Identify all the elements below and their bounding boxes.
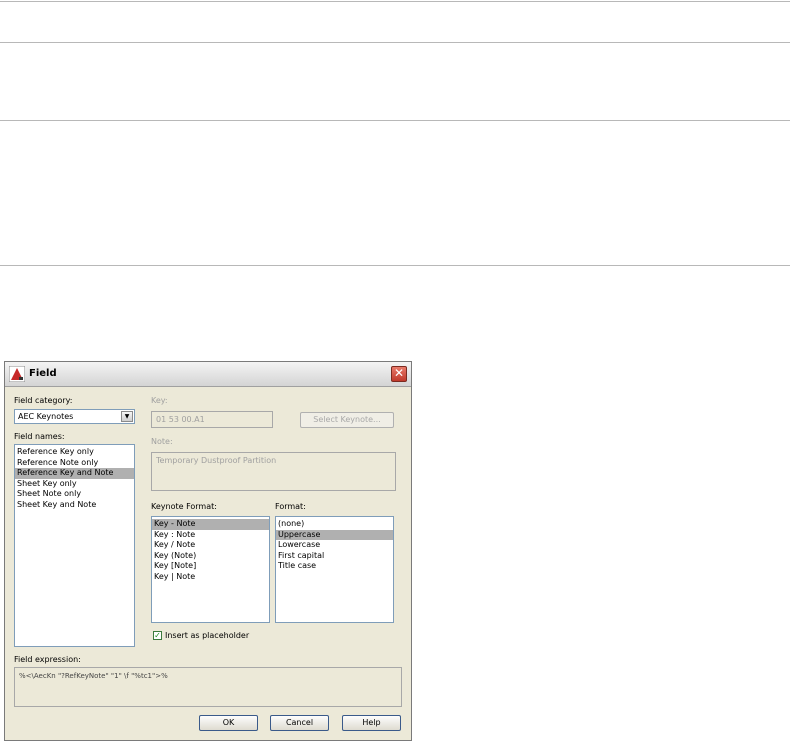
- list-item[interactable]: First capital: [276, 551, 393, 562]
- field-expression-box: %<\AecKn "?RefKeyNote" "1" \f "%tc1">%: [14, 667, 402, 707]
- list-item[interactable]: Sheet Key only: [15, 479, 134, 490]
- list-item[interactable]: Key : Note: [152, 530, 269, 541]
- list-item[interactable]: Uppercase: [276, 529, 393, 540]
- format-label: Format:: [275, 502, 306, 511]
- note-label: Note:: [151, 437, 173, 446]
- autocad-app-icon: [9, 366, 25, 382]
- list-item[interactable]: Reference Key and Note: [15, 468, 134, 479]
- separator-line: [0, 265, 790, 266]
- close-button[interactable]: ✕: [391, 366, 407, 382]
- list-item[interactable]: Reference Key only: [15, 447, 134, 458]
- ok-button[interactable]: OK: [199, 715, 258, 731]
- field-category-combobox[interactable]: AEC Keynotes ▼: [14, 409, 135, 424]
- separator-line: [0, 42, 790, 43]
- list-item[interactable]: Key [Note]: [152, 561, 269, 572]
- cancel-button[interactable]: Cancel: [270, 715, 329, 731]
- chevron-down-icon[interactable]: ▼: [121, 411, 133, 422]
- field-names-list[interactable]: Reference Key only Reference Note only Ref…: [14, 444, 135, 647]
- select-keynote-button[interactable]: Select Keynote...: [300, 412, 394, 428]
- list-item[interactable]: Key - Note: [152, 519, 269, 530]
- format-list[interactable]: (none) Uppercase Lowercase First capital Tit…: [275, 516, 394, 623]
- field-expression-label: Field expression:: [14, 655, 81, 664]
- list-item[interactable]: Key / Note: [152, 540, 269, 551]
- key-label: Key:: [151, 396, 168, 405]
- keynote-format-label: Keynote Format:: [151, 502, 217, 511]
- help-button[interactable]: Help: [342, 715, 401, 731]
- list-item[interactable]: Sheet Key and Note: [15, 500, 134, 511]
- field-dialog: Field ✕ Field category: AEC Keynotes ▼ F…: [4, 361, 412, 741]
- list-item[interactable]: Key (Note): [152, 551, 269, 562]
- list-item[interactable]: Title case: [276, 561, 393, 572]
- insert-placeholder-checkbox[interactable]: ✓: [153, 631, 162, 640]
- list-item[interactable]: Lowercase: [276, 540, 393, 551]
- dialog-title: Field: [29, 368, 57, 379]
- field-category-value: AEC Keynotes: [18, 412, 74, 421]
- separator-line: [0, 1, 790, 2]
- checkmark-icon: ✓: [154, 631, 161, 640]
- note-field[interactable]: Temporary Dustproof Partition: [151, 452, 396, 491]
- insert-placeholder-label: Insert as placeholder: [165, 631, 250, 640]
- field-names-label: Field names:: [14, 432, 65, 441]
- list-item[interactable]: Reference Note only: [15, 458, 134, 469]
- list-item[interactable]: (none): [276, 519, 393, 530]
- key-field[interactable]: 01 53 00.A1: [151, 411, 273, 428]
- list-item[interactable]: Sheet Note only: [15, 489, 134, 500]
- list-item[interactable]: Key | Note: [152, 572, 269, 583]
- separator-line: [0, 120, 790, 121]
- dialog-titlebar[interactable]: Field ✕: [5, 362, 411, 387]
- keynote-format-list[interactable]: Key - Note Key : Note Key / Note Key (Note)…: [151, 516, 270, 623]
- field-category-label: Field category:: [14, 396, 73, 405]
